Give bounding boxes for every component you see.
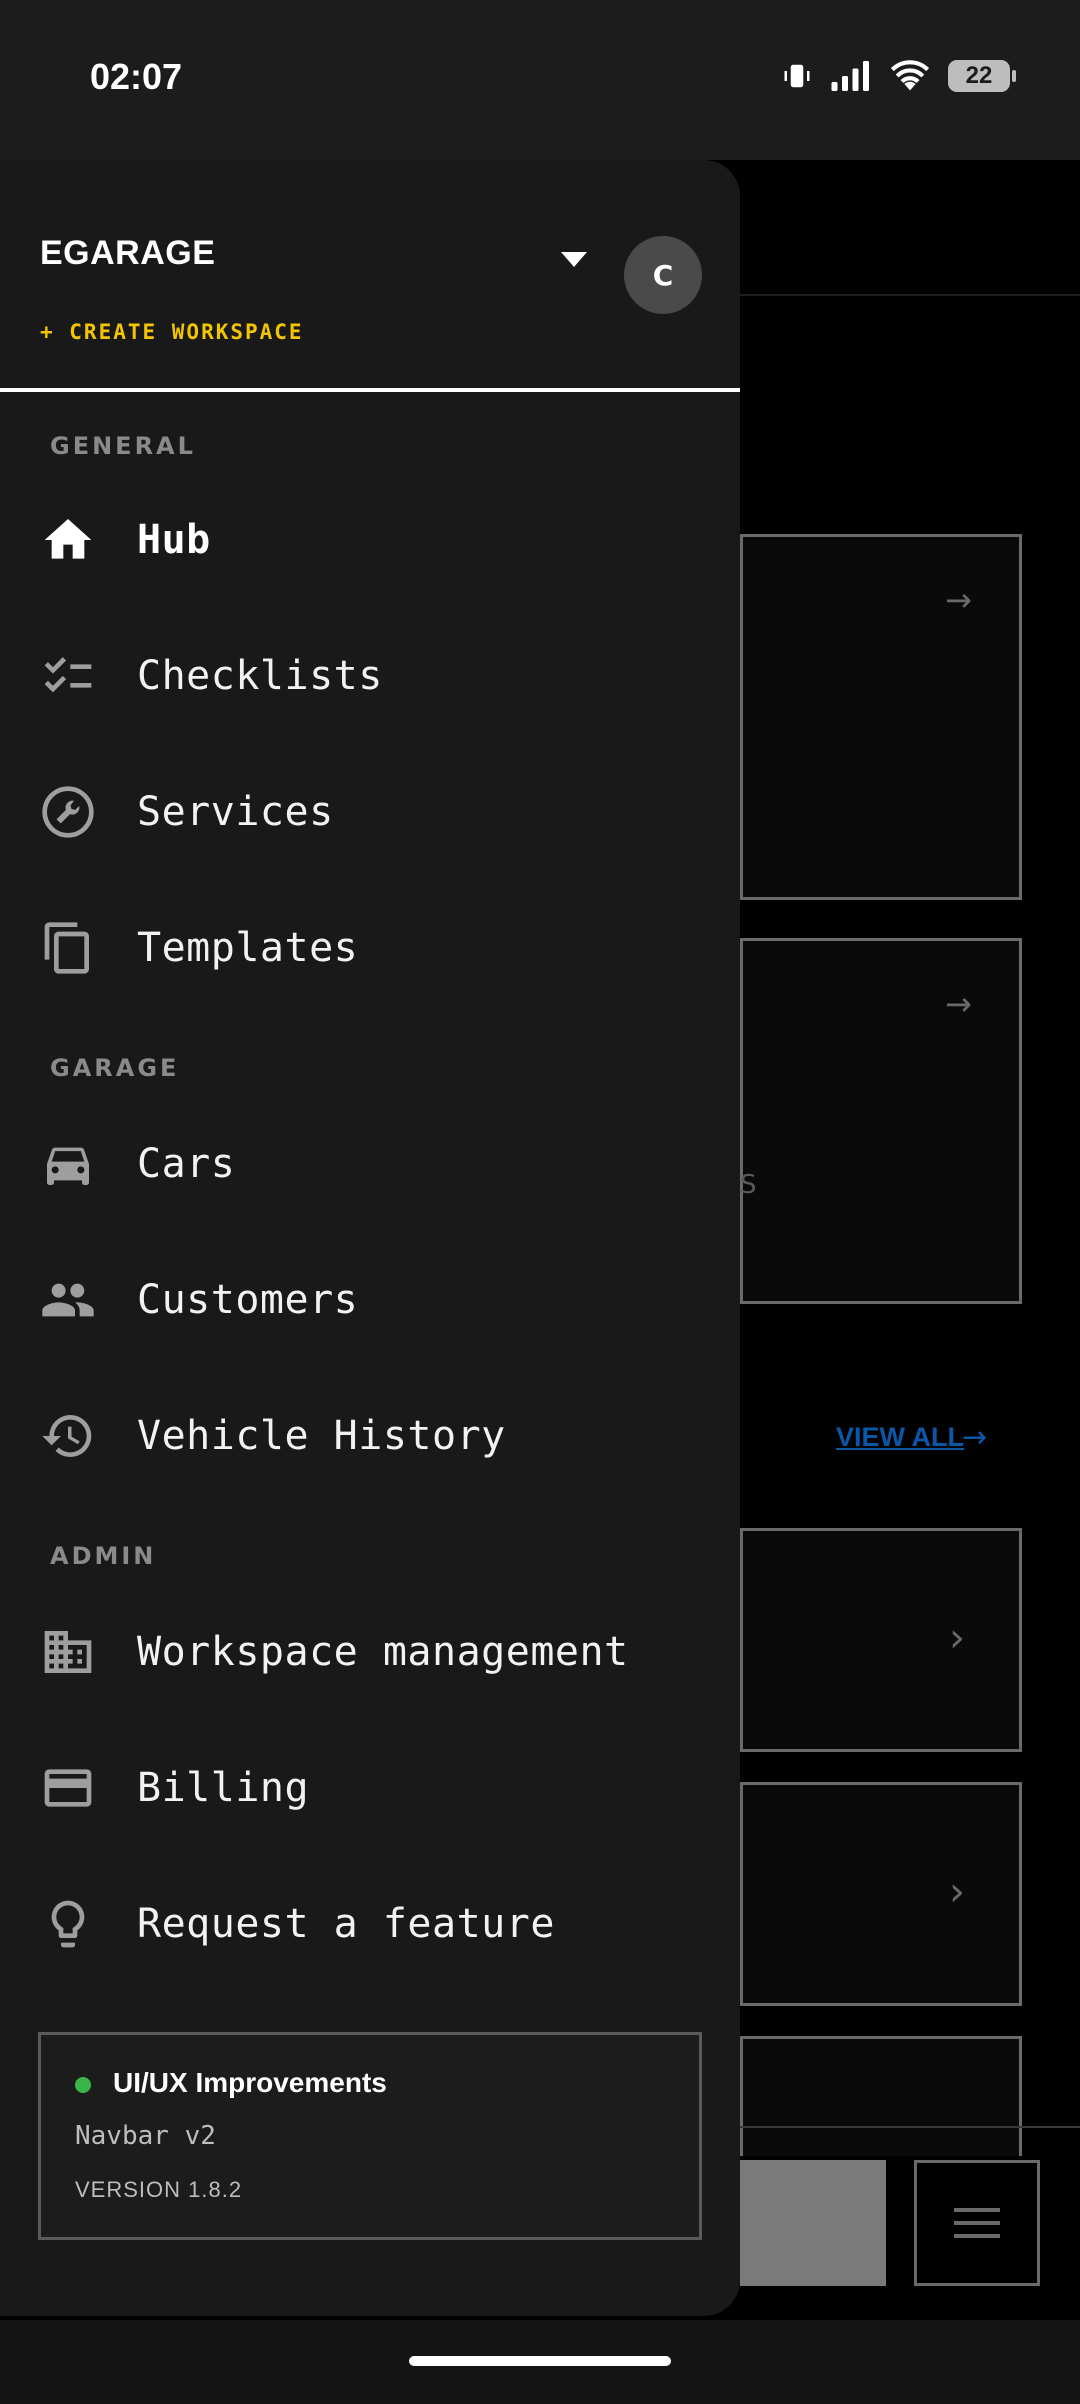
nav-item-services[interactable]: Services (0, 762, 740, 862)
chevron-right-icon: › (949, 1615, 965, 1661)
nav-item-cars[interactable]: Cars (0, 1114, 740, 1214)
wifi-icon (890, 60, 930, 91)
nav-item-label: Checklists (137, 653, 383, 699)
nav-item-label: Services (137, 789, 334, 835)
background-list-card[interactable]: › (740, 1528, 1022, 1752)
bottom-bar-divider (740, 2126, 1080, 2128)
chevron-right-icon: › (949, 1869, 965, 1915)
nav-item-checklists[interactable]: Checklists (0, 626, 740, 726)
background-list-card[interactable] (740, 2036, 1022, 2156)
people-icon (40, 1272, 96, 1328)
menu-button[interactable] (914, 2160, 1040, 2286)
arrow-right-icon: → (962, 1420, 988, 1455)
nav-item-workspace-management[interactable]: Workspace management (0, 1602, 740, 1702)
nav-item-label: Request a feature (137, 1901, 555, 1947)
background-partial-text: S (740, 1170, 757, 1200)
menu-line (954, 2221, 1000, 2225)
nav-item-customers[interactable]: Customers (0, 1250, 740, 1350)
section-label-garage: GARAGE (50, 1054, 180, 1082)
nav-item-label: Templates (137, 925, 359, 971)
checklist-icon (40, 648, 96, 704)
wrench-icon (40, 784, 96, 840)
background-card[interactable]: → (740, 534, 1022, 900)
background-header-divider (740, 294, 1080, 296)
release-card[interactable]: UI/UX Improvements Navbar v2 VERSION 1.8… (38, 2032, 702, 2240)
drawer-header-divider (0, 388, 740, 392)
status-dot (75, 2077, 91, 2093)
view-all-link[interactable]: VIEW ALL (836, 1422, 964, 1453)
caret-down-icon[interactable] (561, 252, 587, 267)
status-bar: 02:07 22 (0, 0, 1080, 160)
arrow-right-icon: → (945, 581, 972, 619)
release-title: UI/UX Improvements (113, 2067, 387, 2098)
copy-icon (40, 920, 96, 976)
nav-item-label: Customers (137, 1277, 359, 1323)
menu-line (954, 2208, 1000, 2212)
release-subtitle: Navbar v2 (75, 2121, 216, 2151)
nav-item-label: Vehicle History (137, 1413, 506, 1459)
car-icon (40, 1136, 96, 1192)
history-icon (40, 1408, 96, 1464)
navigation-drawer: EGARAGE C + CREATE WORKSPACE GENERAL Hub… (0, 160, 740, 2316)
battery-icon: 22 (948, 60, 1016, 92)
signal-icon (831, 61, 869, 91)
vibrate-icon (784, 64, 810, 88)
nav-item-billing[interactable]: Billing (0, 1738, 740, 1838)
building-icon (40, 1624, 96, 1680)
nav-item-label: Hub (137, 517, 211, 563)
section-label-general: GENERAL (50, 432, 196, 460)
arrow-right-icon: → (945, 985, 972, 1023)
menu-line (954, 2234, 1000, 2238)
create-workspace-link[interactable]: + CREATE WORKSPACE (40, 320, 304, 344)
nav-item-templates[interactable]: Templates (0, 898, 740, 998)
nav-item-label: Cars (137, 1141, 236, 1187)
home-icon (40, 512, 96, 568)
workspace-name[interactable]: EGARAGE (40, 234, 215, 273)
background-list-card[interactable]: › (740, 1782, 1022, 2006)
background-card[interactable]: → (740, 938, 1022, 1304)
home-indicator[interactable] (409, 2356, 671, 2366)
nav-item-hub[interactable]: Hub (0, 490, 740, 590)
section-label-admin: ADMIN (50, 1542, 157, 1570)
bottom-primary-button[interactable] (740, 2160, 886, 2286)
status-icons: 22 (782, 60, 1016, 92)
credit-card-icon (40, 1760, 96, 1816)
release-version: VERSION 1.8.2 (75, 2177, 243, 2202)
nav-item-request-feature[interactable]: Request a feature (0, 1874, 740, 1974)
status-time: 02:07 (90, 56, 183, 97)
nav-item-label: Workspace management (137, 1629, 629, 1675)
avatar[interactable]: C (624, 236, 702, 314)
lightbulb-icon (40, 1896, 96, 1952)
nav-item-label: Billing (137, 1765, 310, 1811)
nav-item-vehicle-history[interactable]: Vehicle History (0, 1386, 740, 1486)
